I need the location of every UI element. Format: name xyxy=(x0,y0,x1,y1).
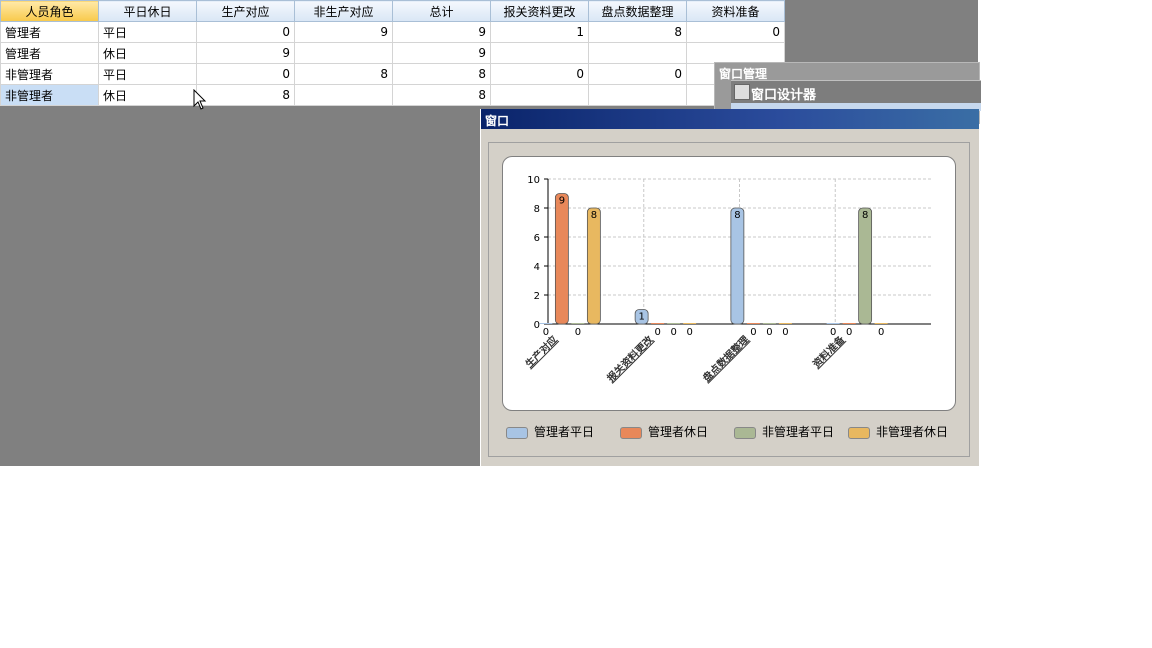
x-tick-label: 报关资料更改 xyxy=(604,332,656,384)
column-header-6[interactable]: 盘点数据整理 xyxy=(588,0,687,22)
table-cell[interactable]: 9 xyxy=(392,42,491,64)
table-cell[interactable]: 9 xyxy=(392,21,491,43)
chart-plot-area: 0 2 4 6 8 10 0 9 0 8 生产对应 1 0 0 0 报关资料更改 8 0 0 0 盘点数据整理 0 0 8 0 资… xyxy=(502,156,956,411)
table-cell[interactable]: 9 xyxy=(196,42,295,64)
designer-icon xyxy=(734,84,750,100)
legend-label: 管理者平日 xyxy=(534,425,595,439)
table-cell[interactable]: 8 xyxy=(588,21,687,43)
bar-value-label: 0 xyxy=(575,327,581,338)
bar-value-label: 1 xyxy=(638,312,644,323)
y-tick-label: 0 xyxy=(534,320,540,331)
table-cell[interactable]: 0 xyxy=(490,63,589,85)
bar xyxy=(826,323,840,324)
table-cell[interactable]: 8 xyxy=(392,84,491,106)
bar-value-label: 0 xyxy=(846,327,852,338)
table-row[interactable]: 管理者 休日 9 9 xyxy=(0,42,785,64)
table-cell[interactable] xyxy=(588,42,687,64)
bar-value-label: 9 xyxy=(559,196,565,207)
table-row[interactable]: 非管理者 平日 0 8 8 0 0 xyxy=(0,63,785,85)
bar xyxy=(554,193,569,325)
table-row[interactable]: 管理者 平日 0 9 9 1 8 0 xyxy=(0,21,785,43)
column-header-5[interactable]: 报关资料更改 xyxy=(490,0,589,22)
table-cell[interactable]: 0 xyxy=(686,21,785,43)
table-cell[interactable]: 9 xyxy=(294,21,393,43)
bar-value-label: 0 xyxy=(670,327,676,338)
bar xyxy=(667,323,681,324)
y-tick-label: 6 xyxy=(534,233,540,244)
table-cell[interactable]: 0 xyxy=(196,63,295,85)
bar xyxy=(874,323,888,324)
table-cell[interactable] xyxy=(490,84,589,106)
bar xyxy=(858,207,873,325)
window-designer-title: 窗口设计器 xyxy=(751,88,817,103)
column-header-2[interactable]: 生产对应 xyxy=(196,0,295,22)
y-tick-label: 2 xyxy=(534,291,540,302)
column-header-7[interactable]: 资料准备 xyxy=(686,0,785,22)
bar-chart: 02468100908生产对应10 0 0报关资料更改80 0 0盘点数据整理0 080资… xyxy=(523,175,931,385)
mouse-cursor-icon xyxy=(193,89,207,110)
legend-label: 非管理者休日 xyxy=(876,425,949,439)
bar-value-label: 0 xyxy=(543,327,549,338)
x-tick-label: 盘点数据整理 xyxy=(700,333,752,385)
column-header-3[interactable]: 非生产对应 xyxy=(294,0,393,22)
bar-value-label: 0 xyxy=(830,327,836,338)
bar xyxy=(586,207,601,325)
legend-swatch xyxy=(734,427,756,439)
chart-legend: 管理者平日 管理者休日 非管理者平日 非管理者休日 xyxy=(506,423,966,441)
bar xyxy=(746,323,760,324)
legend-label: 管理者休日 xyxy=(648,425,709,439)
table-cell[interactable]: 非管理者 xyxy=(0,84,99,106)
bar-value-label: 0 xyxy=(686,327,692,338)
window-designer-panel[interactable]: 窗口设计器 xyxy=(731,80,981,103)
table-cell[interactable]: 非管理者 xyxy=(0,63,99,85)
table-cell[interactable] xyxy=(588,84,687,106)
table-cell[interactable]: 休日 xyxy=(98,42,197,64)
y-tick-label: 8 xyxy=(534,204,540,215)
bar xyxy=(778,323,792,324)
table-cell[interactable] xyxy=(686,42,785,64)
y-tick-label: 10 xyxy=(527,175,540,186)
x-tick-label: 资料准备 xyxy=(810,332,848,370)
bar-value-label: 0 xyxy=(782,327,788,338)
legend-swatch xyxy=(620,427,642,439)
table-cell[interactable]: 管理者 xyxy=(0,42,99,64)
legend-swatch xyxy=(848,427,870,439)
bar-value-label: 8 xyxy=(862,210,868,221)
table-cell[interactable]: 管理者 xyxy=(0,21,99,43)
y-tick-label: 4 xyxy=(534,262,540,273)
bar xyxy=(539,323,553,324)
bar xyxy=(651,323,665,324)
bar xyxy=(842,323,856,324)
table-cell[interactable]: 平日 xyxy=(98,63,197,85)
table-cell[interactable] xyxy=(490,42,589,64)
table-cell[interactable]: 8 xyxy=(294,63,393,85)
bar xyxy=(683,323,697,324)
table-cell[interactable]: 0 xyxy=(196,21,295,43)
bar-value-label: 0 xyxy=(766,327,772,338)
table-cell[interactable]: 1 xyxy=(490,21,589,43)
legend-label: 非管理者平日 xyxy=(762,425,835,439)
table-cell[interactable]: 平日 xyxy=(98,21,197,43)
table-cell[interactable]: 0 xyxy=(588,63,687,85)
legend-swatch xyxy=(506,427,528,439)
table-cell[interactable] xyxy=(294,42,393,64)
table-cell[interactable]: 8 xyxy=(392,63,491,85)
column-header-0[interactable]: 人员角色 xyxy=(0,0,99,22)
table-cell[interactable] xyxy=(294,84,393,106)
x-tick-label: 生产对应 xyxy=(523,333,560,370)
column-header-4[interactable]: 总计 xyxy=(392,0,491,22)
bar-value-label: 8 xyxy=(734,210,740,221)
bar-value-label: 0 xyxy=(878,327,884,338)
table-cell[interactable]: 8 xyxy=(196,84,295,106)
data-grid[interactable]: 人员角色 平日休日 生产对应 非生产对应 总计 报关资料更改 盘点数据整理 资料准备 管理者平… xyxy=(0,0,785,106)
table-cell[interactable]: 休日 xyxy=(98,84,197,106)
bar xyxy=(571,323,585,324)
bar-value-label: 8 xyxy=(591,210,597,221)
bar xyxy=(762,323,776,324)
column-header-1[interactable]: 平日休日 xyxy=(98,0,197,22)
bar-value-label: 0 xyxy=(654,327,660,338)
bar-value-label: 0 xyxy=(750,327,756,338)
table-row[interactable]: 非管理者 休日 8 8 xyxy=(0,84,785,106)
bar xyxy=(730,207,745,325)
